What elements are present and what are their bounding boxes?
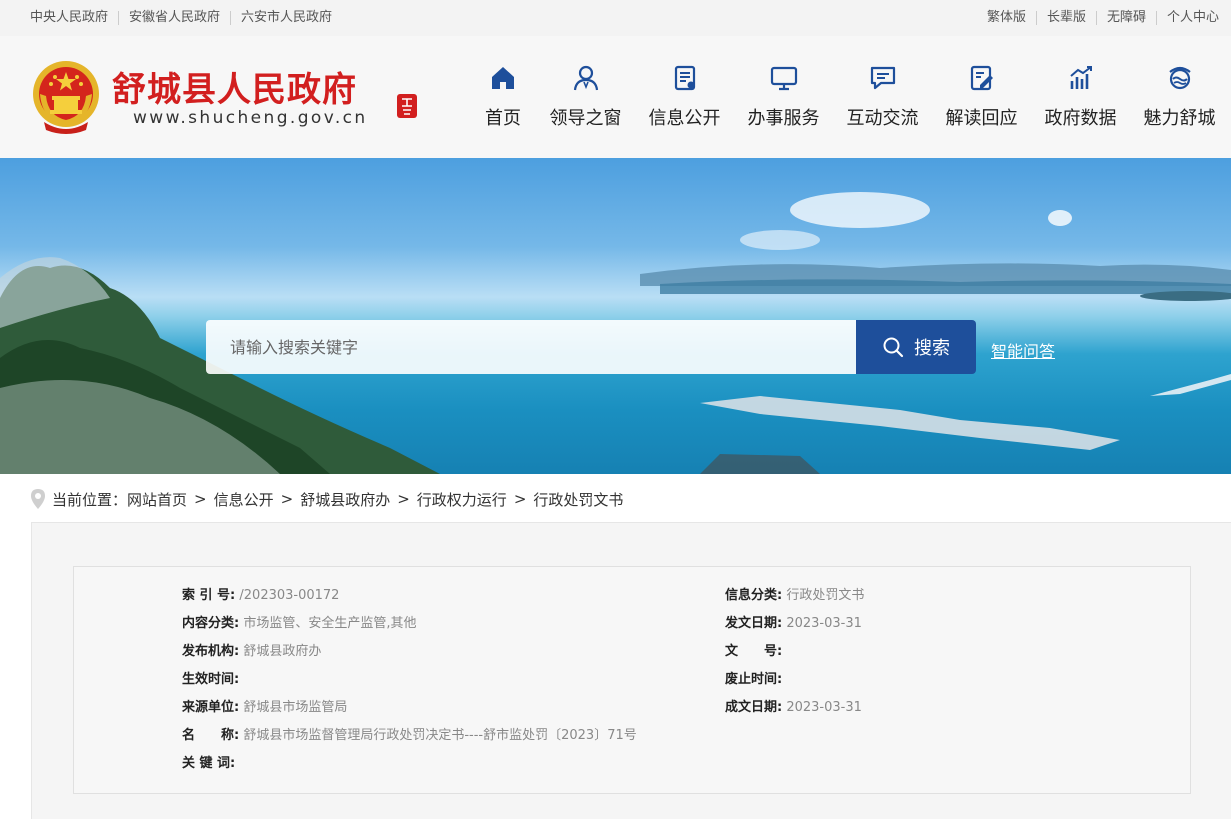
nav-leaders[interactable]: 领导之窗 <box>536 64 635 130</box>
meta-label: 关 键 词: <box>182 756 236 771</box>
breadcrumb-separator: > <box>194 490 207 508</box>
meta-value: 行政处罚文书 <box>786 588 865 603</box>
meta-label: 名 称: <box>182 728 240 743</box>
divider <box>1155 11 1157 25</box>
person-icon <box>573 65 598 91</box>
breadcrumb-item-penalty-docs[interactable]: 行政处罚文书 <box>533 489 623 510</box>
nav-label: 首页 <box>485 108 521 129</box>
nav-label: 解读回应 <box>945 108 1018 129</box>
breadcrumb-item-home[interactable]: 网站首页 <box>127 489 187 510</box>
chat-icon <box>870 66 895 90</box>
meta-label: 成文日期: <box>725 700 783 715</box>
meta-value: 市场监管、安全生产监管,其他 <box>243 616 417 631</box>
meta-publisher: 发布机构: 舒城县政府办 <box>182 643 321 661</box>
nav-label: 政府数据 <box>1044 108 1117 129</box>
site-url: www.shucheng.gov.cn <box>133 108 368 128</box>
divider <box>230 11 232 25</box>
meta-issue-date: 发文日期: 2023-03-31 <box>725 615 862 633</box>
meta-value: 2023-03-31 <box>786 700 862 715</box>
meta-label: 内容分类: <box>182 616 240 631</box>
breadcrumb-separator: > <box>397 490 410 508</box>
meta-label: 发布机构: <box>182 644 240 659</box>
divider <box>1095 11 1097 25</box>
nav-interpretation[interactable]: 解读回应 <box>932 64 1031 130</box>
site-name[interactable]: 舒城县人民政府 <box>112 62 357 111</box>
meta-content-category: 内容分类: 市场监管、安全生产监管,其他 <box>182 615 416 633</box>
breadcrumb-item-county-office[interactable]: 舒城县政府办 <box>300 489 390 510</box>
nav-interaction[interactable]: 互动交流 <box>833 64 932 130</box>
nav-home[interactable]: 首页 <box>470 64 536 130</box>
breadcrumb-item-info-disclosure[interactable]: 信息公开 <box>214 489 274 510</box>
nav-info-disclosure[interactable]: 信息公开 <box>635 64 734 130</box>
nav-charm-shucheng[interactable]: 魅力舒城 <box>1130 64 1229 130</box>
meta-source-unit: 来源单位: 舒城县市场监管局 <box>182 699 347 717</box>
monitor-icon <box>770 66 797 91</box>
meta-label: 来源单位: <box>182 700 240 715</box>
top-bar-left-links: 中央人民政府 安徽省人民政府 六安市人民政府 <box>30 10 332 26</box>
edit-doc-icon <box>970 65 993 91</box>
location-pin-icon <box>31 489 45 509</box>
nav-government-data[interactable]: 政府数据 <box>1031 64 1130 130</box>
meta-value: 舒城县市场监管局 <box>243 700 348 715</box>
meta-keywords: 关 键 词: <box>182 755 235 773</box>
nav-label: 办事服务 <box>747 108 820 129</box>
meta-label: 文 号: <box>725 644 783 659</box>
home-icon <box>492 67 514 89</box>
nav-label: 魅力舒城 <box>1143 108 1216 129</box>
breadcrumb: 当前位置： 网站首页 > 信息公开 > 舒城县政府办 > 行政权力运行 > 行政… <box>30 486 623 512</box>
link-traditional-chinese[interactable]: 繁体版 <box>987 10 1026 26</box>
search-input[interactable] <box>206 320 856 374</box>
meta-value: /202303-00172 <box>239 588 340 603</box>
top-bar-right-links: 繁体版 长辈版 无障碍 个人中心 <box>987 10 1219 26</box>
meta-created-date: 成文日期: 2023-03-31 <box>725 699 862 717</box>
link-personal-center[interactable]: 个人中心 <box>1167 10 1219 26</box>
hero-banner: 搜索 智能问答 <box>0 158 1231 474</box>
meta-value: 舒城县市场监督管理局行政处罚决定书----舒市监处罚〔2023〕71号 <box>243 728 637 743</box>
document-icon <box>674 65 695 91</box>
nav-label: 互动交流 <box>846 108 919 129</box>
content-panel: 索 引 号: /202303-00172 信息分类: 行政处罚文书 内容分类: … <box>31 522 1231 819</box>
meta-label: 信息分类: <box>725 588 783 603</box>
site-header: 舒城县人民政府 www.shucheng.gov.cn 首页 领导之窗 信息公开… <box>0 36 1231 158</box>
chart-icon <box>1069 66 1092 89</box>
link-accessibility[interactable]: 无障碍 <box>1107 10 1146 26</box>
breadcrumb-prefix: 当前位置： <box>52 490 128 509</box>
lake-landscape-image <box>0 192 1231 474</box>
link-central-government[interactable]: 中央人民政府 <box>30 10 108 26</box>
link-elder-mode[interactable]: 长辈版 <box>1047 10 1086 26</box>
smart-qa-link[interactable]: 智能问答 <box>991 338 1055 362</box>
breadcrumb-separator: > <box>513 490 527 508</box>
meta-index-no: 索 引 号: /202303-00172 <box>182 587 339 605</box>
breadcrumb-separator: > <box>280 490 294 508</box>
meta-label: 生效时间: <box>182 672 240 687</box>
meta-category: 信息分类: 行政处罚文书 <box>725 587 864 605</box>
meta-title: 名 称: 舒城县市场监督管理局行政处罚决定书----舒市监处罚〔2023〕71号 <box>182 727 637 745</box>
nav-label: 领导之窗 <box>549 108 622 129</box>
search-button-label: 搜索 <box>914 338 950 359</box>
meta-label: 废止时间: <box>725 672 783 687</box>
meta-label: 索 引 号: <box>182 588 236 603</box>
nav-label: 信息公开 <box>648 108 721 129</box>
link-luan-government[interactable]: 六安市人民政府 <box>241 10 332 26</box>
search-button[interactable]: 搜索 <box>856 320 976 374</box>
meta-doc-no: 文 号: <box>725 643 782 661</box>
search-icon <box>883 337 904 358</box>
national-emblem-icon[interactable] <box>30 60 102 134</box>
document-metadata-box: 索 引 号: /202303-00172 信息分类: 行政处罚文书 内容分类: … <box>73 566 1191 794</box>
meta-value: 2023-03-31 <box>786 616 862 631</box>
landscape-icon <box>1168 66 1191 90</box>
breadcrumb-item-admin-power[interactable]: 行政权力运行 <box>417 489 507 510</box>
divider <box>1035 11 1037 25</box>
divider <box>118 11 120 25</box>
meta-label: 发文日期: <box>725 616 783 631</box>
red-seal-icon <box>397 94 417 118</box>
meta-effective-time: 生效时间: <box>182 671 239 689</box>
top-bar: 中央人民政府 安徽省人民政府 六安市人民政府 繁体版 长辈版 无障碍 个人中心 <box>0 0 1231 36</box>
main-nav: 首页 领导之窗 信息公开 办事服务 互动交流 解读回应 政府数据 魅力舒城 <box>470 64 1229 130</box>
meta-value: 舒城县政府办 <box>243 644 322 659</box>
meta-abolish-time: 废止时间: <box>725 671 782 689</box>
link-anhui-government[interactable]: 安徽省人民政府 <box>129 10 220 26</box>
nav-services[interactable]: 办事服务 <box>734 64 833 130</box>
